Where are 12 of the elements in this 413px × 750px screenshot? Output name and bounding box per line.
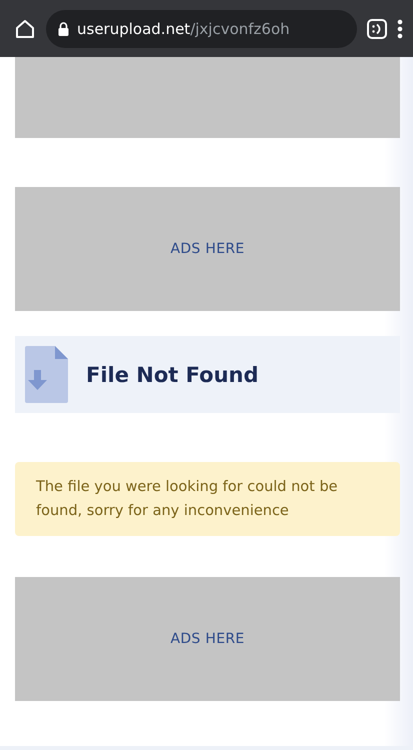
address-bar[interactable]: userupload.net/jxjcvonfz6oh <box>46 10 357 48</box>
smiley-tab-icon[interactable] <box>367 18 387 38</box>
ad-label: ADS HERE <box>170 631 245 647</box>
error-message: The file you were looking for could not be found, sorry for any inconvenience <box>36 478 339 521</box>
page-title: File Not Found <box>86 362 259 386</box>
lock-icon <box>58 22 69 36</box>
home-icon[interactable] <box>14 18 36 40</box>
url-domain: userupload.net <box>77 20 190 38</box>
menu-icon[interactable] <box>397 18 403 38</box>
file-download-icon <box>25 346 68 403</box>
url-path: /jxjcvonfz6oh <box>190 20 290 38</box>
ad-label: ADS HERE <box>170 241 245 257</box>
